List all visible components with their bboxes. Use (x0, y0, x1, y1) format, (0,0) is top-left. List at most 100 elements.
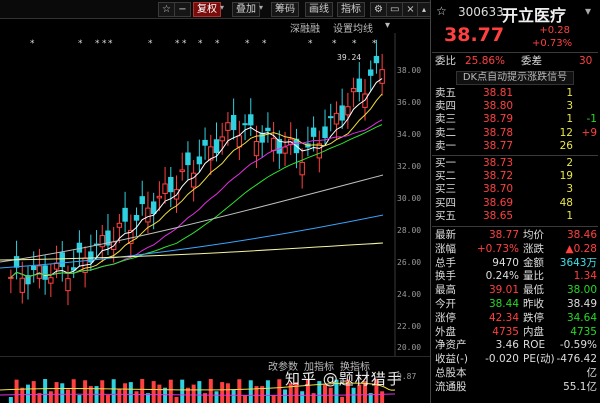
stat-label: 均价 (523, 229, 544, 241)
bid-row[interactable]: 买三 38.70 3 (433, 183, 598, 196)
price-tick: 24.00 (397, 290, 422, 299)
level-price: 38.79 (483, 113, 514, 126)
stat-label: 最低 (523, 284, 544, 297)
candle-body (219, 136, 225, 142)
price-change: +0.28 +0.73% (532, 24, 572, 50)
stat-value: 55.1亿 (563, 380, 597, 393)
volume-bar (208, 379, 213, 403)
candle-body (299, 161, 305, 176)
volume-bar (225, 383, 230, 403)
stat-value: 38.44 (488, 298, 519, 310)
stat-row: 外盘 4735 内盘 4735 (433, 326, 598, 339)
volume-bar (220, 382, 225, 403)
level-price: 38.72 (483, 170, 514, 183)
stat-label: PE(动) (523, 353, 555, 366)
divider (432, 226, 598, 227)
signal-star-icon: * (352, 39, 357, 49)
candle-body (379, 69, 385, 84)
volume-bar (65, 389, 70, 403)
chevron-down-icon[interactable]: ▾ (585, 4, 591, 18)
bid-row[interactable]: 买二 38.72 19 (433, 170, 598, 183)
level-label: 买四 (435, 196, 456, 209)
volume-bar (191, 384, 196, 403)
ask-row[interactable]: 卖一 38.77 26 (433, 140, 598, 153)
candle-body (368, 69, 374, 76)
volume-bar (151, 381, 156, 403)
signal-star-icon: * (182, 39, 187, 49)
stat-value: 38.46 (566, 229, 597, 241)
volume-bar (77, 395, 82, 403)
price-tick: 28.00 (397, 226, 422, 235)
stat-label: ROE (523, 339, 546, 352)
price-tick: 30.00 (397, 194, 422, 203)
candle-body (156, 195, 163, 199)
moving-average-line (10, 93, 383, 278)
candle-body (328, 116, 334, 119)
level-price: 38.65 (483, 209, 514, 222)
bid-row[interactable]: 买一 38.73 2 (433, 157, 598, 170)
candle-body (350, 87, 357, 93)
stat-row: 涨停 42.34 跌停 34.64 (433, 312, 598, 325)
moving-average-line (0, 214, 384, 269)
volume-bar (25, 384, 30, 403)
price-tick: 36.00 (397, 98, 422, 107)
stat-value: 38.77 (488, 229, 519, 241)
volume-bar (83, 380, 88, 403)
candle-body (133, 214, 140, 221)
candle-body (190, 172, 197, 188)
stat-value: 1.34 (573, 270, 597, 283)
ask-row[interactable]: 卖三 38.79 1 -1 (433, 113, 598, 126)
stat-label: 金额 (523, 256, 544, 269)
level-volume: 3 (566, 183, 573, 196)
volume-bar (351, 387, 356, 403)
candle-body (282, 146, 288, 154)
candle-body (253, 140, 260, 157)
kline-chart-pane[interactable]: ☆ − 复权 ▾ 叠加 ▾ 筹码 画线 指标 ⚙ ▭ × ▴ 深融融 设置均线 … (0, 0, 431, 403)
candle-body (42, 265, 48, 280)
stat-value: ▲0.28 (565, 242, 597, 255)
signal-star-icon: * (215, 39, 220, 49)
price-tick: 32.00 (397, 162, 422, 171)
level-label: 卖五 (435, 87, 456, 99)
ask-row[interactable]: 卖四 38.80 3 (433, 100, 598, 113)
bid-row[interactable]: 买四 38.69 48 (433, 197, 598, 210)
level-volume: 26 (559, 139, 573, 152)
volume-bar (140, 379, 145, 403)
candle-body (76, 242, 83, 253)
label: 委比 (435, 55, 456, 67)
volume-bar (128, 382, 133, 403)
signal-star-icon: * (78, 39, 83, 49)
stat-row: 收益(-) -0.020 PE(动) -476.42 (433, 353, 598, 366)
candle-body (373, 55, 380, 64)
level-label: 卖三 (435, 113, 456, 126)
dk-signal-banner[interactable]: DK点自动提示涨跌信号 (456, 71, 574, 85)
candle-body (196, 156, 203, 165)
bid-row[interactable]: 买五 38.65 1 (433, 210, 598, 223)
candle-body (99, 235, 105, 248)
level-price: 38.78 (483, 126, 514, 139)
stat-label: 今开 (435, 298, 456, 310)
ask-row[interactable]: 卖五 38.81 1 (433, 87, 598, 100)
signal-star-icon: * (108, 39, 113, 49)
candle-body (236, 135, 243, 148)
volume-bar (197, 381, 202, 403)
volume-bar (248, 380, 253, 403)
volume-bar (134, 391, 139, 403)
level-label: 卖四 (435, 100, 456, 113)
value: 30 (579, 55, 593, 67)
watermark: 知乎 @题材猎手 (285, 370, 403, 388)
level-label: 买三 (435, 183, 456, 196)
stat-label: 外盘 (435, 325, 456, 338)
volume-bar (174, 396, 179, 403)
candle-body (185, 152, 191, 166)
stat-label: 最高 (435, 284, 456, 297)
star-icon[interactable]: ☆ (436, 4, 447, 18)
ask-row[interactable]: 卖二 38.78 12 +9 (433, 127, 598, 140)
stat-value: 3.46 (495, 339, 519, 352)
signal-star-icon: * (198, 39, 203, 49)
volume-bar (14, 379, 19, 403)
candle-body (19, 277, 25, 293)
volume-bar (60, 383, 65, 403)
candle-body (145, 207, 151, 223)
price-tick: 38.00 (397, 66, 422, 75)
